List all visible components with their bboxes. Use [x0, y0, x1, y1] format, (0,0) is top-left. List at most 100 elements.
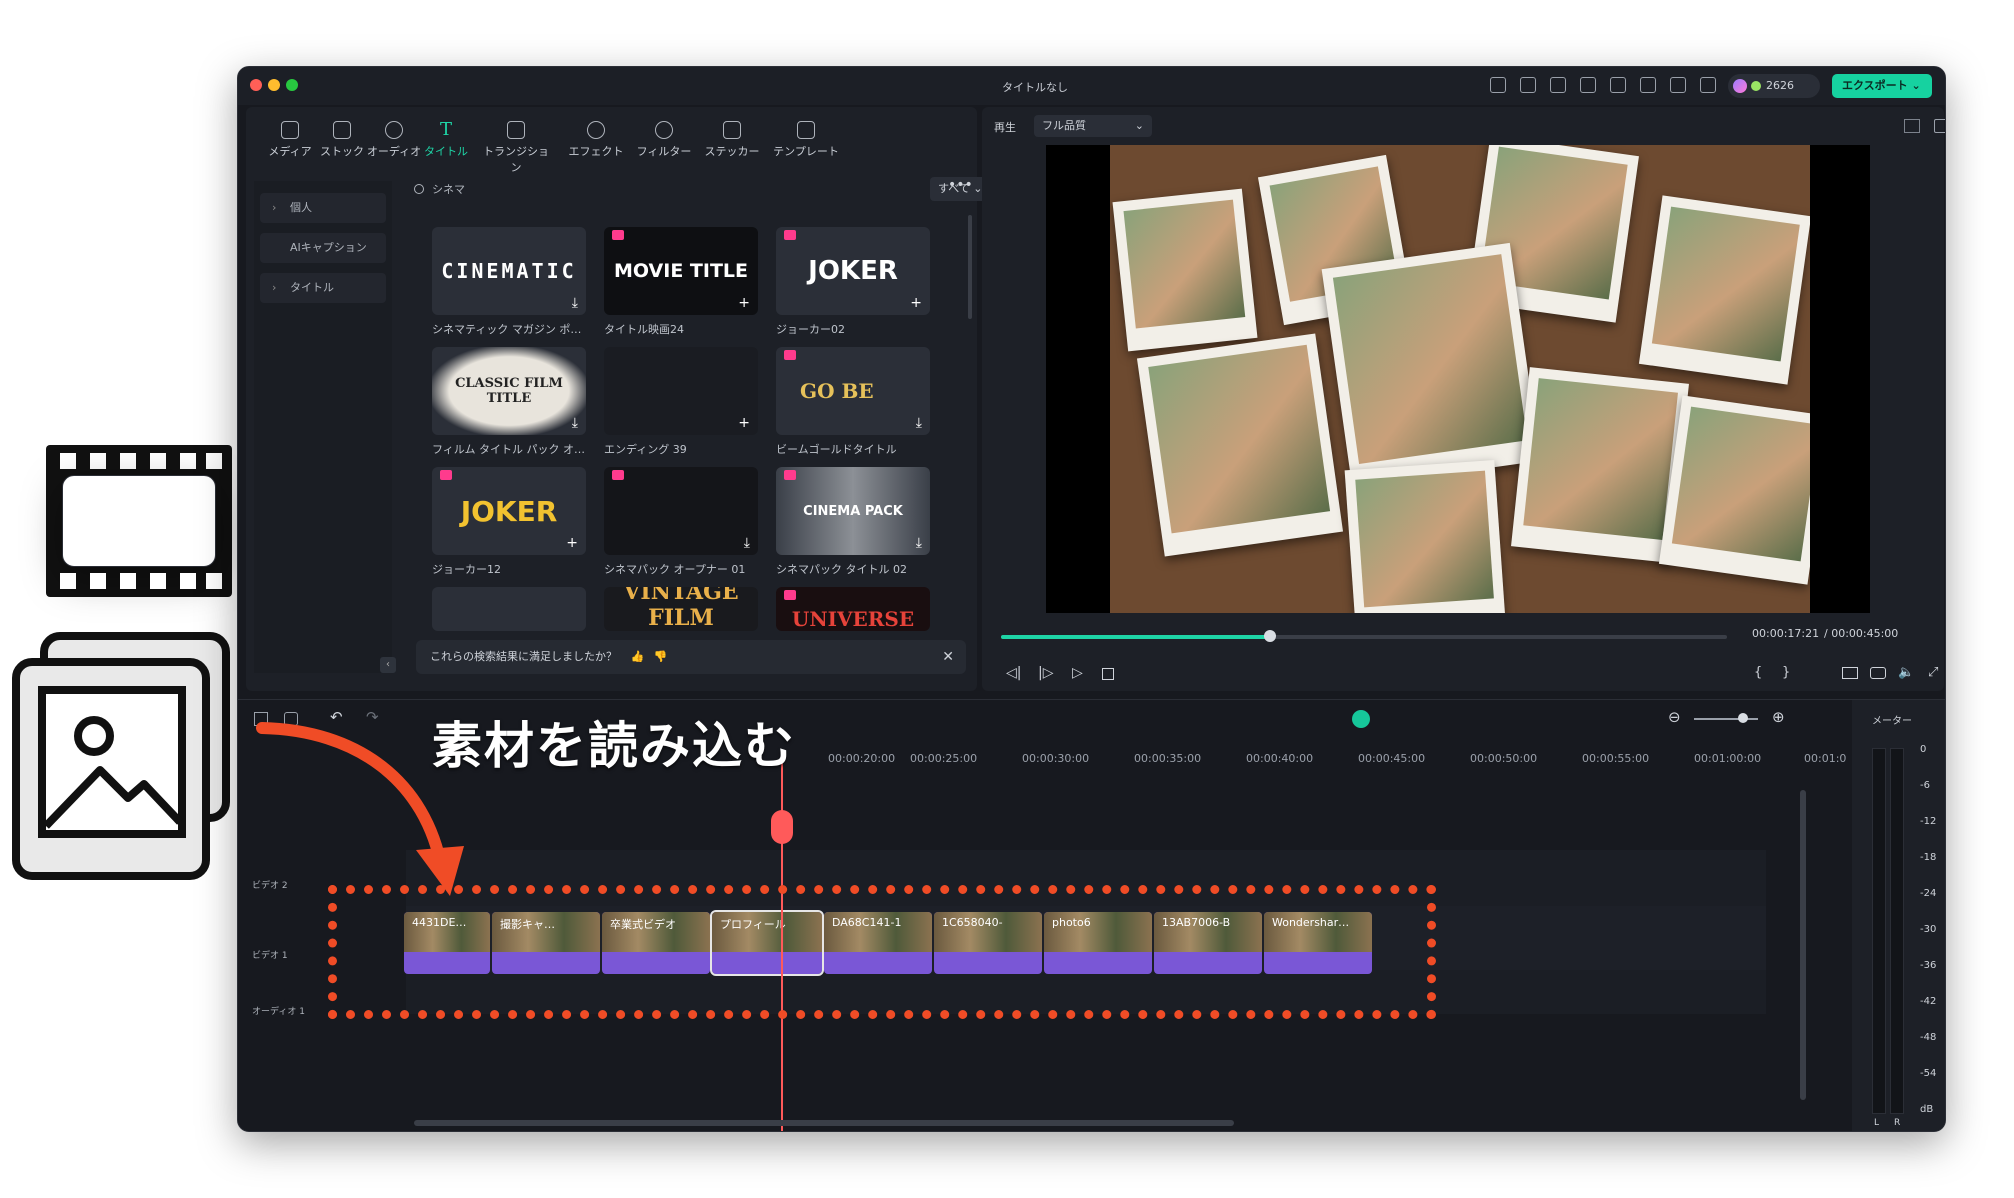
snapshot-icon[interactable]	[1934, 119, 1945, 133]
sidebar-item-titles[interactable]: › タイトル	[260, 273, 386, 303]
title-card[interactable]: ⤓	[604, 467, 758, 555]
timeline-vertical-scrollbar[interactable]	[1800, 790, 1806, 1100]
card-label: タイトル映画24	[604, 323, 684, 336]
title-card[interactable]: +	[604, 347, 758, 435]
ruler-tick: 00:01:0	[1804, 752, 1847, 765]
cloud-icon[interactable]	[1640, 77, 1656, 93]
export-button[interactable]: エクスポート ⌄	[1832, 74, 1932, 98]
search-input[interactable]: シネマ	[406, 175, 966, 205]
card-label: フィルム タイトル パック オ…	[432, 443, 586, 456]
monitor-icon[interactable]	[1842, 667, 1858, 679]
zoom-slider[interactable]	[1694, 718, 1758, 720]
library-sidebar: › 個人 AIキャプション › タイトル ‹	[254, 181, 396, 673]
tab-titles[interactable]: T タイトル	[412, 121, 480, 159]
corkboard-photo-collage	[1110, 145, 1810, 613]
card-label: シネマティック マガジン ポ…	[432, 323, 582, 336]
play-icon[interactable]: ▷	[1072, 665, 1083, 681]
sidebar-item-personal[interactable]: › 個人	[260, 193, 386, 223]
gift-icon[interactable]	[1490, 77, 1506, 93]
title-card[interactable]	[432, 587, 586, 631]
title-card[interactable]: CLASSIC FILM TITLE ⤓	[432, 347, 586, 435]
collapse-sidebar-button[interactable]: ‹	[380, 657, 396, 673]
total-time: / 00:00:45:00	[1824, 627, 1899, 640]
ruler-tick: 00:00:20:00	[828, 752, 896, 765]
zoom-slider-knob[interactable]	[1738, 713, 1748, 723]
camera-icon[interactable]	[1870, 667, 1886, 679]
meter-bar-left	[1872, 748, 1886, 1114]
volume-icon[interactable]: 🔈	[1898, 665, 1914, 680]
credits-badge[interactable]: 2626	[1728, 74, 1820, 98]
close-icon[interactable]: ✕	[942, 640, 954, 674]
title-card[interactable]: VINTAGE FILM	[604, 587, 758, 631]
mark-out-icon[interactable]: }	[1782, 665, 1790, 680]
project-title: タイトルなし	[1002, 81, 1068, 94]
title-card[interactable]: JOKER +	[776, 227, 930, 315]
grid-view-icon[interactable]	[1904, 119, 1920, 133]
title-card[interactable]: UNIVERSE	[776, 587, 930, 631]
tab-filters[interactable]: フィルター	[630, 121, 698, 159]
thumbs-down-icon[interactable]: 👎	[654, 650, 668, 663]
more-options-icon[interactable]: •••	[948, 177, 973, 193]
playback-progress-bar[interactable]	[1001, 630, 1727, 642]
meter-level: -30	[1920, 924, 1937, 935]
ruler-tick: 00:00:50:00	[1470, 752, 1538, 765]
meter-level: dB	[1920, 1104, 1934, 1115]
track-header-audio-1: オーディオ 1	[252, 1007, 305, 1017]
meter-level: -54	[1920, 1068, 1937, 1079]
meter-level: -12	[1920, 816, 1937, 827]
zoom-in-icon[interactable]: ⊕	[1772, 708, 1785, 726]
prev-frame-icon[interactable]: ◁|	[1006, 665, 1021, 681]
progress-fill	[1001, 635, 1270, 639]
card-label: ジョーカー02	[776, 323, 845, 336]
thumbs-up-icon[interactable]: 👍	[631, 650, 645, 663]
title-card[interactable]: GO BE ⤓	[776, 347, 930, 435]
headset-icon[interactable]	[1670, 77, 1686, 93]
ruler-tick: 00:00:45:00	[1358, 752, 1426, 765]
save-icon[interactable]	[1610, 77, 1626, 93]
meter-level: -18	[1920, 852, 1937, 863]
minimize-window-button[interactable]	[268, 79, 280, 91]
fullscreen-icon[interactable]: ⤢	[1928, 665, 1938, 680]
layout-icon[interactable]	[1580, 77, 1596, 93]
title-card[interactable]: CINEMATIC ⤓	[432, 227, 586, 315]
image-stack-icon	[12, 658, 210, 880]
coin-icon	[1751, 81, 1761, 91]
credits-count: 2626	[1766, 79, 1794, 92]
library-scrollbar[interactable]	[968, 215, 972, 319]
tab-stickers[interactable]: ステッカー	[698, 121, 766, 159]
quality-dropdown[interactable]: フル品質 ⌄	[1034, 115, 1152, 137]
tab-effects[interactable]: エフェクト	[562, 121, 630, 159]
audio-meter-panel: メーター 0 -6 -12 -18 -24 -30 -36 -42 -48 -5…	[1852, 700, 1945, 1131]
timeline-horizontal-scrollbar[interactable]	[414, 1120, 1234, 1126]
tab-transitions[interactable]: トランジション	[482, 121, 550, 175]
meter-level: -48	[1920, 1032, 1937, 1043]
meter-channel-left: L	[1874, 1118, 1880, 1128]
meter-level: -36	[1920, 960, 1937, 971]
ai-assist-icon[interactable]	[1352, 710, 1370, 728]
meter-level: -42	[1920, 996, 1937, 1007]
progress-knob[interactable]	[1263, 630, 1276, 642]
tab-templates[interactable]: テンプレート	[766, 121, 846, 159]
ruler-tick: 00:01:00:00	[1694, 752, 1762, 765]
next-frame-icon[interactable]: |▷	[1038, 665, 1053, 681]
ruler-tick: 00:00:40:00	[1246, 752, 1314, 765]
ruler-tick: 00:00:55:00	[1582, 752, 1650, 765]
stop-icon[interactable]	[1102, 668, 1114, 680]
send-icon[interactable]	[1520, 77, 1536, 93]
title-bar: タイトルなし 2626 エクスポート ⌄	[238, 67, 1945, 105]
sidebar-item-ai-captions[interactable]: AIキャプション	[260, 233, 386, 263]
notes-icon[interactable]	[1550, 77, 1566, 93]
video-preview[interactable]	[1046, 145, 1870, 613]
playback-label: 再生	[994, 121, 1016, 134]
zoom-out-icon[interactable]: ⊖	[1668, 708, 1681, 726]
close-window-button[interactable]	[250, 79, 262, 91]
title-card[interactable]: CINEMA PACK ⤓	[776, 467, 930, 555]
title-card[interactable]: MOVIE TITLE +	[604, 227, 758, 315]
playhead-handle[interactable]	[771, 810, 793, 844]
mark-in-icon[interactable]: {	[1754, 665, 1762, 680]
ruler-tick: 00:00:25:00	[910, 752, 978, 765]
apps-grid-icon[interactable]	[1700, 77, 1716, 93]
title-card[interactable]: JOKER +	[432, 467, 586, 555]
zoom-window-button[interactable]	[286, 79, 298, 91]
card-label: ジョーカー12	[432, 563, 501, 576]
